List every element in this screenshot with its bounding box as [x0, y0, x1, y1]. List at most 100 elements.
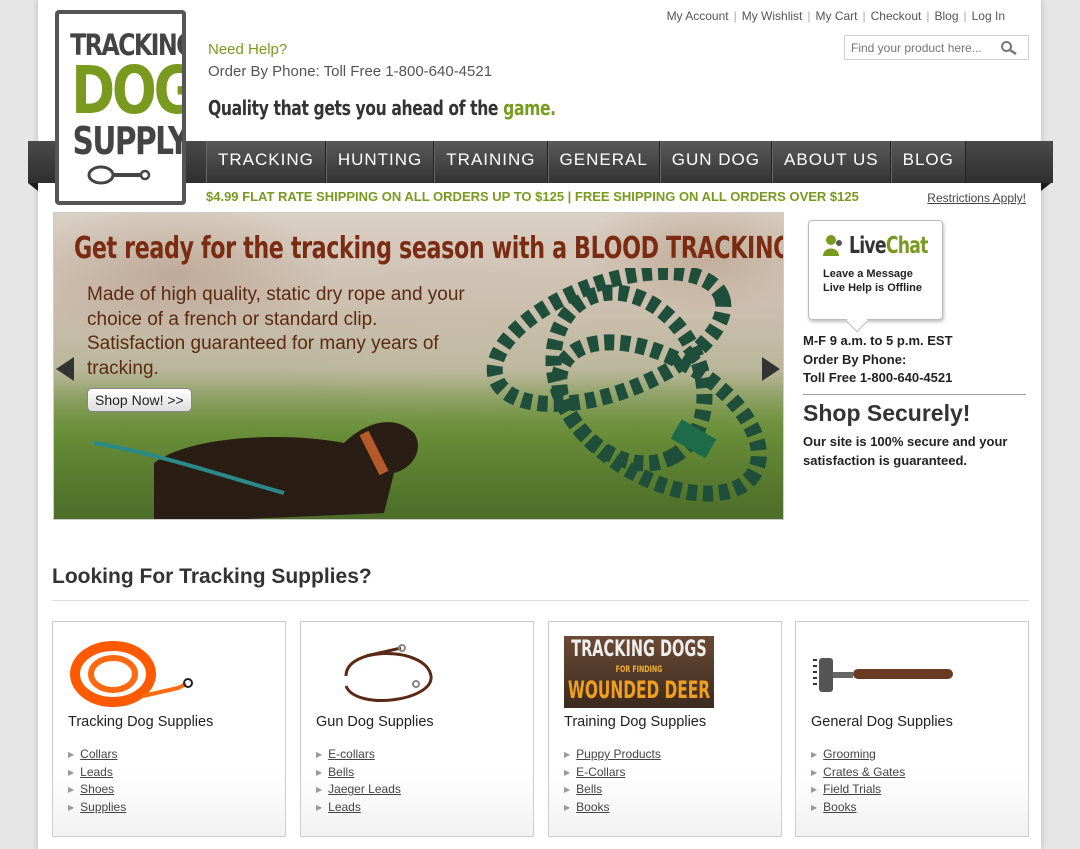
restrictions-link[interactable]: Restrictions Apply! — [927, 191, 1026, 205]
nav-general[interactable]: GENERAL — [547, 141, 660, 183]
nav-tracking[interactable]: TRACKING — [206, 141, 326, 183]
search-box — [844, 35, 1029, 60]
my-account-link[interactable]: My Account — [667, 9, 729, 23]
category-card-tracking: Tracking Dog Supplies ▶ Collars ▶ Leads ▶ S… — [52, 621, 286, 837]
card-title[interactable]: Training Dog Supplies — [564, 714, 706, 730]
bullet-icon: ▶ — [811, 803, 818, 813]
blog-top-link[interactable]: Blog — [934, 9, 958, 23]
shop-now-button[interactable]: Shop Now! >> — [87, 388, 192, 412]
book-title-line-1: TRACKING DOGS — [571, 637, 707, 662]
bullet-icon: ▶ — [316, 803, 323, 813]
card-title[interactable]: Gun Dog Supplies — [316, 714, 434, 730]
link-e-collars[interactable]: E-collars — [328, 747, 375, 761]
sidebar-divider — [803, 394, 1026, 395]
list-item: ▶ E-Collars — [564, 764, 661, 782]
card-title[interactable]: Tracking Dog Supplies — [68, 714, 213, 730]
hero-banner[interactable]: Get ready for the tracking season with a… — [53, 212, 784, 520]
link-leads[interactable]: Leads — [328, 800, 361, 814]
site-logo[interactable]: TRACKING DOG SUPPLY — [55, 10, 186, 205]
bullet-icon: ▶ — [564, 750, 571, 759]
nav-about-us[interactable]: ABOUT US — [772, 141, 891, 183]
logo-line-3: SUPPLY — [72, 119, 186, 163]
chat-person-icon — [823, 235, 842, 256]
category-card-training: TRACKING DOGS FOR FINDING WOUNDED DEER T… — [548, 621, 782, 837]
list-item: ▶ Books — [564, 799, 661, 817]
my-wishlist-link[interactable]: My Wishlist — [742, 9, 803, 23]
tagline-accent: game. — [503, 96, 556, 120]
list-item: ▶ Field Trials — [811, 781, 905, 799]
nav-gun-dog[interactable]: GUN DOG — [659, 141, 773, 183]
live-chat-widget[interactable]: LiveChat Leave a Message Live Help is Of… — [808, 220, 943, 333]
link-jaeger-leads[interactable]: Jaeger Leads — [328, 782, 401, 796]
top-links: My Account | My Wishlist | My Cart | Checkout |… — [666, 9, 1005, 23]
leash-icon — [87, 165, 150, 185]
main-nav: TRACKING HUNTING TRAINING GENERAL GUN DO… — [206, 141, 966, 183]
list-item: ▶ Jaeger Leads — [316, 781, 401, 799]
tagline-main: Quality that gets you ahead of the — [208, 96, 504, 120]
grooming-rake-image[interactable] — [811, 636, 961, 714]
category-card-gun-dog: Gun Dog Supplies ▶ E-collars ▶ Bells ▶ Jaeg… — [300, 621, 534, 837]
list-item: ▶ Shoes — [68, 781, 126, 799]
my-cart-link[interactable]: My Cart — [816, 9, 858, 23]
live-chat-status: Leave a Message Live Help is Offline — [823, 267, 922, 295]
nav-blog[interactable]: BLOG — [890, 141, 966, 183]
search-icon[interactable] — [1000, 40, 1018, 61]
link-collars[interactable]: Collars — [80, 747, 117, 761]
bullet-icon: ▶ — [316, 750, 323, 759]
shop-securely-title: Shop Securely! — [803, 400, 971, 426]
bullet-icon: ▶ — [68, 750, 75, 759]
search-input[interactable] — [851, 40, 996, 55]
book-title-line-3: WOUNDED DEER — [567, 676, 711, 704]
bullet-icon: ▶ — [316, 785, 323, 795]
link-shoes[interactable]: Shoes — [80, 782, 114, 796]
contact-hours: M-F 9 a.m. to 5 p.m. EST Order By Phone:… — [803, 332, 953, 388]
live-chat-name-a: Live — [849, 233, 887, 259]
link-leads[interactable]: Leads — [80, 765, 113, 779]
checkout-link[interactable]: Checkout — [871, 9, 922, 23]
carousel-prev-icon[interactable] — [54, 355, 76, 388]
card-title[interactable]: General Dog Supplies — [811, 714, 953, 730]
bullet-icon: ▶ — [564, 785, 571, 795]
link-books[interactable]: Books — [823, 800, 856, 814]
shop-securely-text: Our site is 100% secure and your satisfa… — [803, 434, 1008, 468]
live-chat-msg-1: Leave a Message — [823, 268, 913, 280]
nav-training[interactable]: TRAINING — [434, 141, 548, 183]
link-field-trials[interactable]: Field Trials — [823, 782, 881, 796]
link-grooming[interactable]: Grooming — [823, 747, 876, 761]
list-item: ▶ Puppy Products — [564, 746, 661, 764]
book-cover-image[interactable]: TRACKING DOGS FOR FINDING WOUNDED DEER — [564, 636, 714, 708]
nav-hunting[interactable]: HUNTING — [325, 141, 435, 183]
list-item: ▶ Bells — [316, 764, 401, 782]
bullet-icon: ▶ — [811, 785, 818, 795]
link-books[interactable]: Books — [576, 800, 609, 814]
link-bells[interactable]: Bells — [576, 782, 602, 796]
link-supplies[interactable]: Supplies — [80, 800, 126, 814]
bullet-icon: ▶ — [811, 767, 818, 777]
list-item: ▶ Crates & Gates — [811, 764, 905, 782]
list-item: ▶ Bells — [564, 781, 661, 799]
list-item: ▶ Leads — [68, 764, 126, 782]
leather-lead-image[interactable] — [316, 636, 466, 714]
link-puppy-products[interactable]: Puppy Products — [576, 747, 661, 761]
link-e-collars[interactable]: E-Collars — [576, 765, 625, 779]
log-in-link[interactable]: Log In — [972, 9, 1005, 23]
logo-line-2: DOG — [71, 52, 186, 129]
need-help-label: Need Help? — [208, 41, 288, 58]
bullet-icon: ▶ — [564, 767, 571, 777]
tagline: Quality that gets you ahead of the game. — [208, 96, 556, 120]
live-chat-name-b: Chat — [885, 233, 929, 259]
link-crates-gates[interactable]: Crates & Gates — [823, 765, 905, 779]
carousel-next-icon[interactable] — [760, 355, 782, 388]
list-item: ▶ E-collars — [316, 746, 401, 764]
orange-lead-image[interactable] — [68, 636, 218, 714]
rope-lead-image — [486, 268, 767, 502]
hours-text: M-F 9 a.m. to 5 p.m. EST — [803, 333, 953, 348]
header-phone: Order By Phone: Toll Free 1-800-640-4521 — [208, 63, 493, 80]
live-chat-logo: LiveChat — [849, 233, 928, 259]
bullet-icon: ▶ — [564, 803, 571, 813]
section-title: Looking For Tracking Supplies? — [52, 565, 372, 588]
bullet-icon: ▶ — [68, 785, 75, 795]
link-bells[interactable]: Bells — [328, 765, 354, 779]
list-item: ▶ Books — [811, 799, 905, 817]
page-container: My Account | My Wishlist | My Cart | Checkout |… — [28, 0, 1053, 849]
